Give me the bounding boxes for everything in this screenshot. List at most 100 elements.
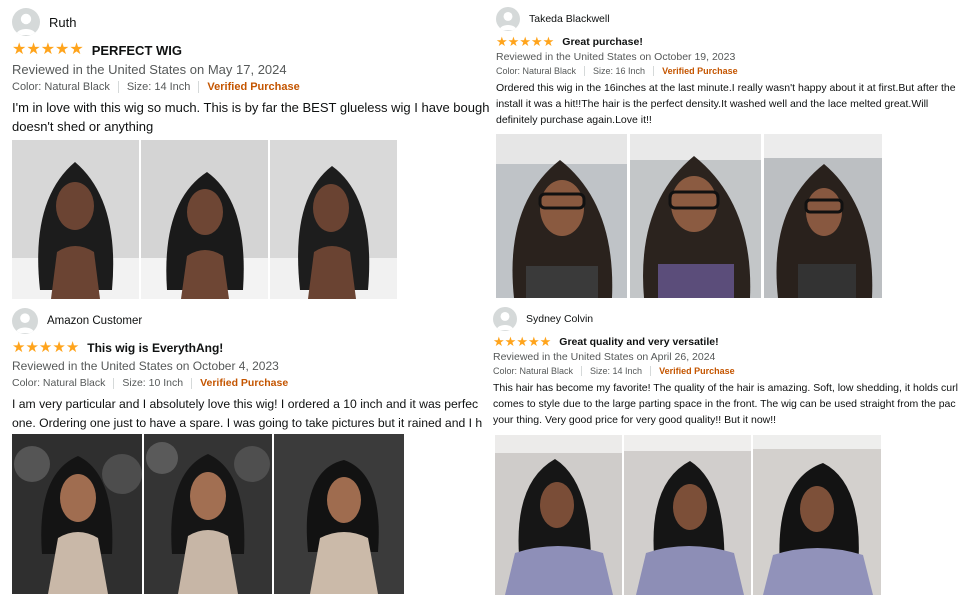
avatar	[12, 8, 40, 36]
divider	[581, 366, 583, 376]
person-icon	[496, 311, 514, 331]
person-icon	[499, 11, 517, 31]
review-photo[interactable]	[764, 134, 882, 298]
verified-purchase-badge: Verified Purchase	[200, 377, 289, 389]
review-card-takeda-blackwell: Takeda Blackwell ★ ★ ★ ★ ★ Great purchase! R…	[496, 7, 970, 128]
review-header: Takeda Blackwell	[496, 7, 970, 31]
reviewer-name[interactable]: Takeda Blackwell	[529, 13, 610, 25]
review-title[interactable]: Great purchase!	[562, 36, 643, 48]
star-rating[interactable]: ★ ★ ★ ★ ★	[12, 42, 84, 58]
star-icon: ★	[530, 34, 543, 49]
person-icon	[16, 13, 36, 35]
review-photo[interactable]	[12, 140, 139, 299]
divider	[650, 366, 652, 376]
review-header: Amazon Customer	[12, 308, 490, 334]
reviewer-name[interactable]: Ruth	[49, 15, 76, 30]
review-meta: Color: Natural Black Size: 10 Inch Verif…	[12, 377, 490, 389]
size-variant: Size: 14 Inch	[126, 81, 191, 93]
color-variant[interactable]: Color: Natural Black	[12, 377, 105, 389]
star-icon: ★	[69, 41, 84, 58]
review-date: Reviewed in the United States on October…	[12, 359, 279, 373]
star-icon: ★	[12, 41, 27, 58]
star-icon: ★	[55, 41, 70, 58]
color-variant[interactable]: Color: Natural Black	[493, 366, 573, 376]
star-icon: ★	[52, 339, 66, 356]
star-icon: ★	[542, 34, 555, 49]
star-icon: ★	[40, 41, 56, 58]
review-photo[interactable]	[12, 434, 142, 594]
star-icon: ★	[25, 339, 39, 356]
divider	[191, 377, 193, 389]
divider	[113, 377, 115, 389]
review-photos	[12, 434, 404, 594]
person-icon	[15, 313, 35, 334]
star-icon: ★	[519, 34, 531, 49]
rating-title-row: ★ ★ ★ ★ ★ Great purchase!	[496, 35, 970, 48]
review-photo[interactable]	[495, 435, 622, 595]
reviewer-name[interactable]: Amazon Customer	[47, 315, 142, 327]
verified-purchase-badge: Verified Purchase	[662, 66, 738, 76]
review-photo[interactable]	[144, 434, 272, 594]
rating-title-row: ★ ★ ★ ★ ★ Great quality and very versatile!	[493, 335, 970, 348]
review-photo[interactable]	[141, 140, 268, 299]
avatar	[12, 308, 38, 334]
review-photo[interactable]	[274, 434, 404, 594]
divider	[117, 81, 119, 93]
star-icon: ★	[493, 334, 505, 349]
review-date: Reviewed in the United States on April 2…	[493, 351, 716, 363]
avatar	[496, 7, 520, 31]
review-title[interactable]: Great quality and very versatile!	[559, 336, 718, 348]
review-photo[interactable]	[624, 435, 751, 595]
verified-purchase-badge: Verified Purchase	[207, 81, 300, 93]
size-variant: Size: 14 Inch	[590, 366, 643, 376]
star-rating[interactable]: ★ ★ ★ ★ ★	[12, 340, 79, 355]
divider	[653, 66, 655, 76]
rating-title-row: ★ ★ ★ ★ ★ This wig is EverythAng!	[12, 340, 490, 355]
color-variant[interactable]: Color: Natural Black	[496, 66, 576, 76]
review-title[interactable]: PERFECT WIG	[92, 43, 182, 58]
star-icon: ★	[496, 34, 508, 49]
star-rating[interactable]: ★ ★ ★ ★ ★	[493, 335, 551, 348]
review-body: This hair has become my favorite! The qu…	[493, 382, 958, 426]
review-meta: Color: Natural Black Size: 14 Inch Verif…	[493, 366, 970, 376]
avatar	[493, 307, 517, 331]
star-icon: ★	[539, 334, 552, 349]
review-meta: Color: Natural Black Size: 14 Inch Verif…	[12, 81, 490, 93]
divider	[584, 66, 586, 76]
star-icon: ★	[504, 334, 517, 349]
star-icon: ★	[516, 334, 528, 349]
verified-purchase-badge: Verified Purchase	[659, 366, 735, 376]
review-photo[interactable]	[496, 134, 627, 298]
star-icon: ★	[38, 339, 53, 356]
size-variant: Size: 16 Inch	[593, 66, 646, 76]
review-card-ruth: Ruth ★ ★ ★ ★ ★ PERFECT WIG Reviewed in the U…	[12, 8, 490, 136]
reviewer-name[interactable]: Sydney Colvin	[526, 313, 593, 325]
review-photo[interactable]	[270, 140, 397, 299]
review-body: I'm in love with this wig so much. This …	[12, 100, 490, 134]
review-photo[interactable]	[630, 134, 761, 298]
star-rating[interactable]: ★ ★ ★ ★ ★	[496, 35, 554, 48]
star-icon: ★	[12, 339, 26, 356]
review-card-sydney-colvin: Sydney Colvin ★ ★ ★ ★ ★ Great quality and ve…	[493, 307, 970, 428]
review-header: Sydney Colvin	[493, 307, 970, 331]
color-variant[interactable]: Color: Natural Black	[12, 81, 110, 93]
review-photos	[12, 140, 397, 299]
review-meta: Color: Natural Black Size: 16 Inch Verif…	[496, 66, 970, 76]
review-photos	[495, 435, 881, 595]
review-photo[interactable]	[753, 435, 881, 595]
review-body: I am very particular and I absolutely lo…	[12, 397, 483, 430]
review-photos	[496, 134, 882, 298]
review-title[interactable]: This wig is EverythAng!	[87, 341, 223, 355]
star-icon: ★	[65, 339, 80, 356]
review-date: Reviewed in the United States on May 17,…	[12, 62, 287, 77]
rating-title-row: ★ ★ ★ ★ ★ PERFECT WIG	[12, 42, 490, 58]
review-body: Ordered this wig in the 16inches at the …	[496, 82, 956, 126]
star-icon: ★	[507, 34, 520, 49]
review-card-amazon-customer: Amazon Customer ★ ★ ★ ★ ★ This wig is Everyt…	[12, 308, 490, 433]
size-variant: Size: 10 Inch	[122, 377, 184, 389]
review-header: Ruth	[12, 8, 490, 36]
review-date: Reviewed in the United States on October…	[496, 51, 736, 63]
star-icon: ★	[527, 334, 540, 349]
divider	[198, 81, 200, 93]
star-icon: ★	[26, 41, 41, 58]
